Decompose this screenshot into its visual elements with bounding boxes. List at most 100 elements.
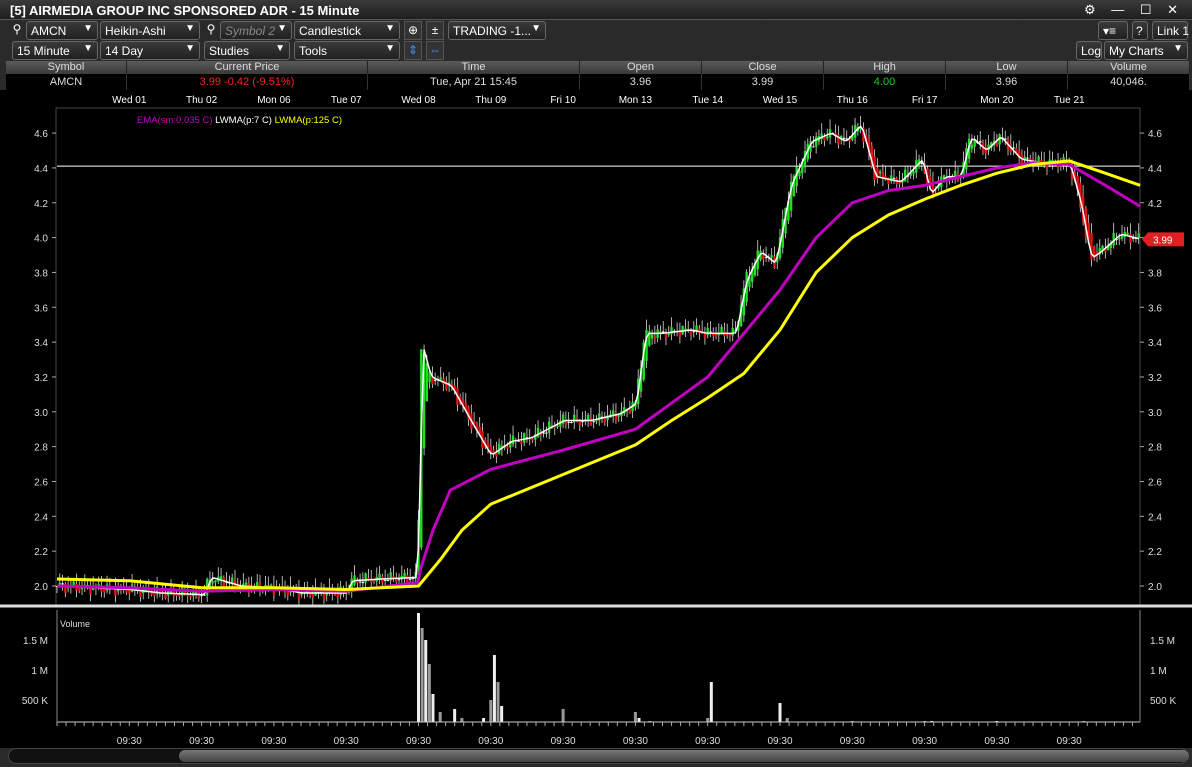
tools-select[interactable]: Tools ▼ [294,41,400,60]
price-tick-right: 3.0 [1148,408,1162,419]
zoom-icon[interactable]: ⊕ [404,21,422,40]
price-tick-right: 4.6 [1148,129,1162,140]
title-bar: [5] AIRMEDIA GROUP INC SPONSORED ADR - 1… [0,0,1192,20]
candle-body [336,593,340,598]
header-high: High [824,61,946,74]
fit-vertical-icon[interactable]: ⇕ [404,41,422,60]
scrollbar-thumb[interactable] [179,750,1189,762]
time-label: 09:30 [767,736,792,747]
price-tick-left: 3.0 [34,408,48,419]
layout-select[interactable]: TRADING -1... ▼ [448,21,546,40]
date-label: Wed 15 [763,95,798,106]
price-tick-left: 2.4 [34,512,48,523]
symbol-input[interactable]: AMCN ▼ [26,21,98,40]
candle-body [731,327,734,336]
candle-body [762,255,765,260]
volume-bar [561,709,565,722]
candle-body [1012,147,1015,149]
price-tick-left: 2.0 [34,582,48,593]
candle-body [812,146,815,148]
volume-bar [706,718,710,722]
zoom-plus-minus-icon[interactable]: ± [426,21,444,40]
price-tick-left: 4.4 [34,164,48,175]
fit-horizontal-icon[interactable]: ⇔ [426,41,444,60]
candle-body [1029,158,1032,161]
candle-body [1120,235,1124,239]
link-button[interactable]: Link 1 [1152,21,1189,40]
interval-value: 15 Minute [17,44,70,58]
candle-body [567,421,570,423]
candle-body [878,171,882,174]
menu-button[interactable]: ▾≡ [1098,21,1128,40]
candle-body [522,432,526,443]
volume-bar [417,613,420,722]
candle-body [709,331,712,333]
search-icon[interactable]: ⚲ [8,21,26,40]
candle-body [692,331,695,333]
volume-tick-left: 500 K [22,696,48,707]
candle-body [153,592,156,596]
candle-body [397,579,401,581]
candle-body [203,594,206,596]
time-label: 09:30 [117,736,142,747]
candle-body [103,588,106,593]
log-button[interactable]: Log [1076,41,1102,60]
price-tick-left: 3.6 [34,303,48,314]
volume-bar [420,628,424,722]
candle-body [61,583,64,585]
price-tick-left: 4.6 [34,129,48,140]
horizontal-scrollbar[interactable] [8,748,1189,764]
date-label: Tue 07 [331,95,362,106]
window-title: [5] AIRMEDIA GROUP INC SPONSORED ADR - 1… [10,3,360,18]
quote-high: 4.00 [824,74,946,90]
candle-body [1118,237,1121,240]
candle-body [1026,157,1029,159]
header-current-price: Current Price [127,61,368,74]
price-chart[interactable]: Wed 01 Thu 02 Mon 06 Tue 07 Wed 08 Thu 09 Fri … [0,90,1192,748]
date-label: Mon 20 [980,95,1014,106]
studies-select[interactable]: Studies ▼ [204,41,290,60]
candle-body [545,432,548,434]
chart-type-select[interactable]: Candlestick ▼ [294,21,400,40]
chart-style-select[interactable]: Heikin-Ashi ▼ [100,21,200,40]
quote-current-price: 3.99 -0.42 (-9.51%) [127,74,368,90]
time-label: 09:30 [912,736,937,747]
header-time: Time [368,61,580,74]
chart-type-value: Candlestick [299,24,362,38]
time-label: 09:30 [840,736,865,747]
candle-body [269,584,273,587]
time-label: 09:30 [406,736,431,747]
search-icon-2[interactable]: ⚲ [202,21,220,40]
price-tick-right: 3.2 [1148,373,1162,384]
candle-body [628,409,632,414]
range-select[interactable]: 14 Day ▼ [100,41,200,60]
date-label: Tue 21 [1054,95,1085,106]
time-label: 09:30 [1057,736,1082,747]
symbol2-input[interactable]: Symbol 2 ▼ [220,21,292,40]
candle-body [358,581,362,583]
price-tick-left: 2.6 [34,477,48,488]
candle-body [912,170,915,175]
interval-select[interactable]: 15 Minute ▼ [12,41,98,60]
candle-body [581,421,584,423]
volume-bar [778,703,782,722]
candle-body [892,177,896,179]
candle-body [556,425,559,428]
time-label: 09:30 [984,736,1009,747]
my-charts-select[interactable]: My Charts ▼ [1104,41,1188,60]
header-open: Open [580,61,702,74]
candle-body [531,438,534,441]
candle-body [219,576,223,580]
price-tick-right: 4.2 [1148,199,1162,210]
candle-body [667,333,670,336]
date-label: Fri 17 [912,95,938,106]
volume-tick-left: 1.5 M [23,636,48,647]
candle-body [403,572,406,578]
candle-body [439,377,442,380]
window-controls[interactable]: ⚙ — ☐ ✕ [1084,2,1184,18]
help-button[interactable]: ? [1132,21,1148,40]
price-tick-left: 4.0 [34,234,48,245]
quote-open: 3.96 [580,74,702,90]
candle-body [178,594,181,597]
candle-body [381,576,384,584]
